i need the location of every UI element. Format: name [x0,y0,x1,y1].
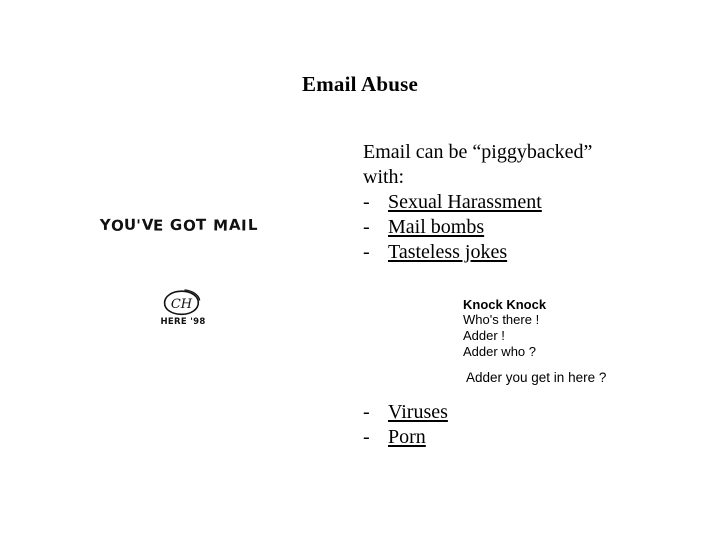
lower-list: - Viruses - Porn [363,400,663,450]
link-sexual-harassment[interactable]: Sexual Harassment [388,190,542,215]
joke-line-2: Adder ! [463,328,505,343]
bullet-dash: - [363,401,370,423]
svg-text:E: E [153,217,165,235]
intro-line-1: Email can be “piggybacked” [363,141,593,163]
list-item[interactable]: - Porn [363,425,663,450]
list-item[interactable]: - Sexual Harassment [363,190,663,215]
link-mail-bombs[interactable]: Mail bombs [388,215,484,240]
joke-punchline: Adder you get in here ? [466,370,607,385]
list-item[interactable]: - Viruses [363,400,663,425]
joke-line-3: Adder who ? [463,344,536,359]
joke-block: Knock Knock Who's there ! Adder ! Adder … [463,297,683,386]
bullet-dash: - [363,216,370,238]
list-item[interactable]: - Mail bombs [363,215,663,240]
ch-monogram-icon: CH HERE '98 [160,288,208,326]
link-tasteless-jokes[interactable]: Tasteless jokes [388,240,507,265]
bullet-dash: - [363,191,370,213]
svg-text:CH: CH [171,297,193,312]
list-item[interactable]: - Tasteless jokes [363,240,663,265]
link-viruses[interactable]: Viruses [388,400,448,425]
slide-canvas: Email Abuse Y O U ' V E G O T M A I L CH… [0,0,720,540]
svg-text:L: L [248,216,259,234]
joke-heading: Knock Knock [463,297,547,312]
joke-line-1: Who's there ! [463,312,540,327]
bullet-dash: - [363,241,370,263]
link-porn[interactable]: Porn [388,425,426,450]
svg-text:A: A [229,216,242,234]
body-text-column: Email can be “piggybacked” with: - Sexua… [363,140,663,265]
svg-text:T: T [196,216,208,234]
youve-got-mail-icon: Y O U ' V E G O T M A I L [98,211,263,237]
intro-line-2: with: [363,166,405,188]
svg-text:M: M [213,216,229,234]
bullet-dash: - [363,426,370,448]
svg-text:HERE '98: HERE '98 [160,317,205,326]
page-title: Email Abuse [302,72,418,96]
svg-text:G: G [170,216,184,234]
